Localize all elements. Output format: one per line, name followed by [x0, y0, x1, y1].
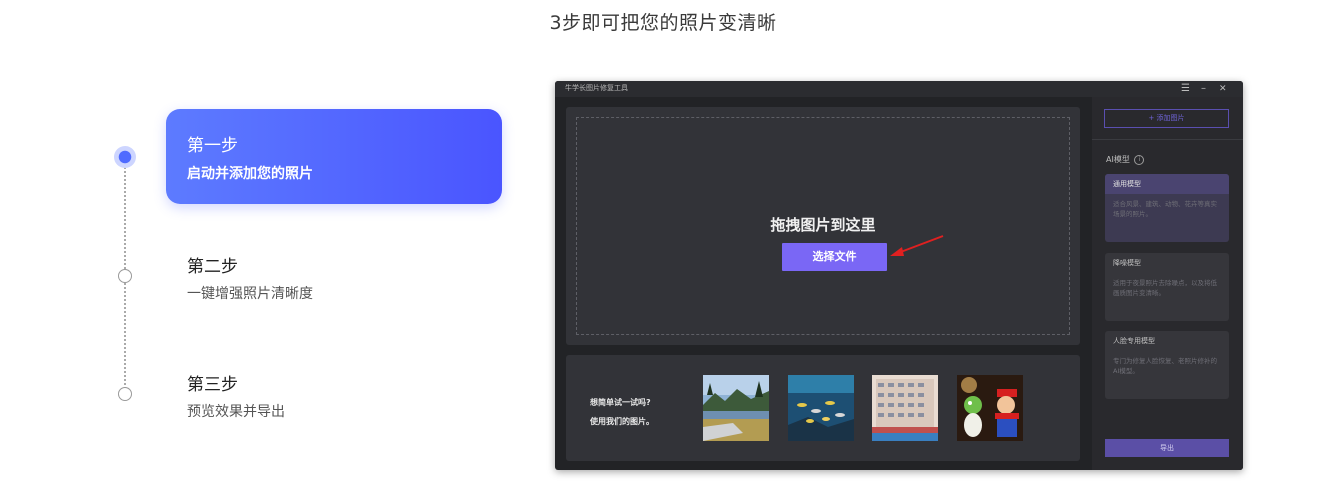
samples-line-2: 使用我们的图片。 [590, 417, 654, 426]
sample-thumb-toys[interactable] [957, 375, 1023, 441]
samples-prompt: 想简单试一试吗? 使用我们的图片。 [590, 393, 654, 431]
model-desc: 适用于夜景照片去除噪点，以及将低画质图片变清晰。 [1113, 279, 1217, 297]
dropzone[interactable]: 拖拽图片到这里 选择文件 [566, 107, 1080, 345]
step-title: 第三步 [187, 375, 238, 395]
add-image-button[interactable]: + 添加图片 [1104, 109, 1229, 128]
dropzone-text: 拖拽图片到这里 [770, 216, 876, 234]
step-1-indicator[interactable] [114, 146, 136, 168]
menu-icon[interactable]: ☰ [1181, 82, 1190, 96]
sidebar-divider [1092, 139, 1243, 140]
step-title: 第二步 [187, 257, 238, 277]
sample-thumb-fish[interactable] [788, 375, 854, 441]
step-title: 第一步 [187, 136, 238, 156]
model-heading: AI模型 i [1106, 154, 1145, 165]
step-desc: 预览效果并导出 [187, 404, 285, 420]
model-card-denoise[interactable]: 降噪模型 适用于夜景照片去除噪点，以及将低画质图片变清晰。 [1105, 253, 1229, 321]
app-title: 牛学长图片修复工具 [565, 84, 628, 92]
step-desc: 启动并添加您的照片 [187, 166, 313, 182]
step-2-indicator[interactable] [118, 269, 132, 283]
page-title: 3步即可把您的照片变清晰 [549, 12, 777, 34]
samples-panel: 想简单试一试吗? 使用我们的图片。 [566, 355, 1080, 461]
model-desc: 专门为修复人脸恢复、老照片修补的AI模型。 [1113, 357, 1217, 375]
choose-file-button[interactable]: 选择文件 [782, 243, 887, 271]
model-desc: 适合风景、建筑、动物、花卉等真实场景的照片。 [1113, 200, 1217, 218]
step-card-1[interactable]: 第一步 启动并添加您的照片 [166, 109, 502, 204]
model-card-face[interactable]: 人脸专用模型 专门为修复人脸恢复、老照片修补的AI模型。 [1105, 331, 1229, 399]
sample-thumb-landscape[interactable] [703, 375, 769, 441]
app-window: 牛学长图片修复工具 ☰ – ✕ 拖拽图片到这里 选择文件 想简单试一试吗? 使用… [555, 81, 1243, 470]
minimize-icon[interactable]: – [1201, 82, 1206, 96]
step-desc: 一键增强照片清晰度 [187, 286, 313, 302]
step-card-2[interactable]: 第二步 一键增强照片清晰度 [166, 252, 486, 312]
sidebar: + 添加图片 AI模型 i 通用模型 适合风景、建筑、动物、花卉等真实场景的照片… [1092, 97, 1243, 470]
close-icon[interactable]: ✕ [1219, 82, 1227, 96]
model-heading-label: AI模型 [1106, 155, 1130, 164]
model-card-general[interactable]: 通用模型 适合风景、建筑、动物、花卉等真实场景的照片。 [1105, 174, 1229, 242]
step-card-3[interactable]: 第三步 预览效果并导出 [166, 370, 486, 430]
step-3-indicator[interactable] [118, 387, 132, 401]
arrow-icon [890, 235, 944, 256]
app-titlebar: 牛学长图片修复工具 ☰ – ✕ [555, 81, 1243, 97]
model-name: 通用模型 [1105, 174, 1229, 194]
export-button[interactable]: 导出 [1105, 439, 1229, 457]
model-name: 人脸专用模型 [1113, 337, 1155, 345]
samples-line-1: 想简单试一试吗? [590, 398, 651, 407]
sample-thumb-building[interactable] [872, 375, 938, 441]
model-name: 降噪模型 [1113, 259, 1141, 267]
info-icon[interactable]: i [1134, 154, 1145, 165]
